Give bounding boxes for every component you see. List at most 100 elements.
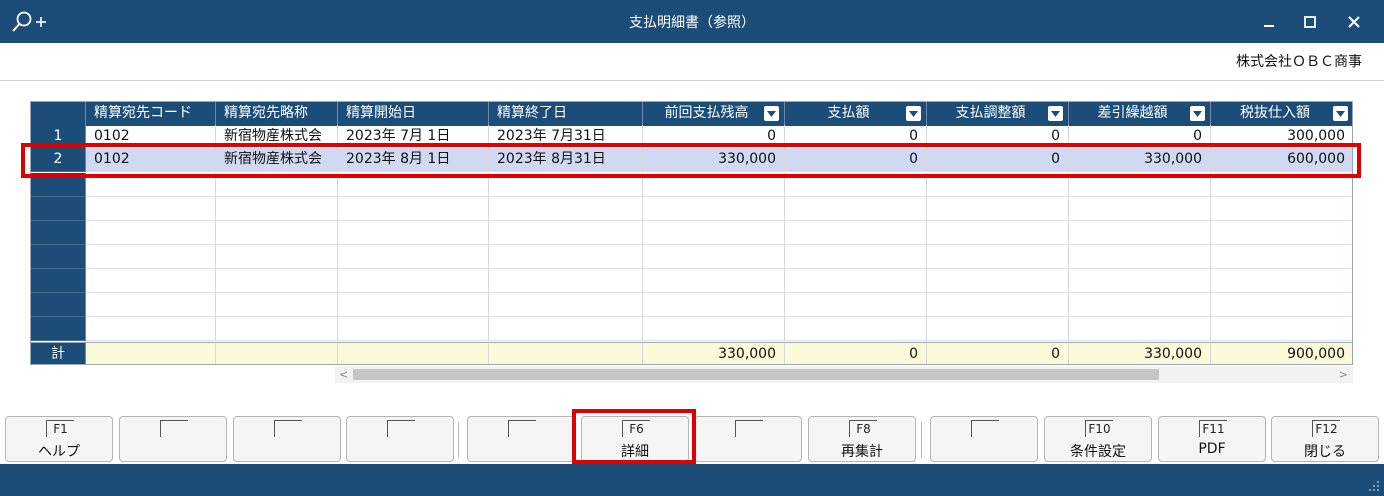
table-row[interactable] <box>31 317 1352 341</box>
cell-purchase-excl-tax[interactable] <box>1211 293 1352 317</box>
cell-end-date[interactable] <box>489 293 643 317</box>
column-header-short-name[interactable]: 精算宛先略称 <box>216 102 338 126</box>
cell-prev-balance[interactable] <box>643 197 785 221</box>
table-row[interactable] <box>31 269 1352 293</box>
cell-prev-balance[interactable] <box>643 245 785 269</box>
cell-carry-over[interactable] <box>1069 245 1211 269</box>
cell-start-date[interactable] <box>338 317 489 341</box>
cell-payment[interactable] <box>785 245 927 269</box>
cell-carry-over[interactable] <box>1069 317 1211 341</box>
table-row[interactable] <box>31 221 1352 245</box>
cell-payment[interactable] <box>785 317 927 341</box>
fkey-f8-button[interactable]: F8 再集計 <box>808 416 916 462</box>
cell-carry-over[interactable] <box>1069 221 1211 245</box>
fkey-f10-button[interactable]: F10 条件設定 <box>1044 416 1152 462</box>
cell-purchase-excl-tax[interactable] <box>1211 317 1352 341</box>
cell-payment[interactable] <box>785 269 927 293</box>
close-window-button[interactable] <box>1338 8 1370 36</box>
resize-grip-icon[interactable] <box>1368 480 1380 492</box>
column-header-start-date[interactable]: 精算開始日 <box>338 102 489 126</box>
column-header-end-date[interactable]: 精算終了日 <box>489 102 643 126</box>
fkey-empty-button-9[interactable] <box>930 416 1038 462</box>
column-header-adjustment[interactable]: 支払調整額 <box>927 102 1069 126</box>
row-number[interactable] <box>31 293 86 317</box>
cell-short-name[interactable] <box>216 269 338 293</box>
row-number[interactable] <box>31 245 86 269</box>
cell-end-date[interactable] <box>489 317 643 341</box>
cell-code[interactable] <box>86 197 216 221</box>
cell-carry-over[interactable] <box>1069 269 1211 293</box>
cell-payment[interactable] <box>785 221 927 245</box>
scroll-left-icon[interactable]: < <box>339 366 348 383</box>
column-header-code[interactable]: 精算宛先コード <box>86 102 216 126</box>
column-dropdown-icon[interactable] <box>906 106 921 121</box>
fkey-empty-button-5[interactable] <box>467 416 575 462</box>
fkey-f11-button[interactable]: F11 PDF <box>1158 416 1266 462</box>
cell-adjustment[interactable] <box>927 293 1069 317</box>
cell-prev-balance[interactable] <box>643 317 785 341</box>
fkey-f1-button[interactable]: F1 ヘルプ <box>5 416 113 462</box>
scroll-right-icon[interactable]: > <box>1339 366 1348 383</box>
table-row[interactable] <box>31 293 1352 317</box>
cell-adjustment[interactable] <box>927 317 1069 341</box>
cell-adjustment[interactable] <box>927 269 1069 293</box>
cell-purchase-excl-tax[interactable] <box>1211 197 1352 221</box>
column-header-payment[interactable]: 支払額 <box>785 102 927 126</box>
cell-prev-balance[interactable] <box>643 221 785 245</box>
fkey-empty-button-2[interactable] <box>119 416 227 462</box>
cell-start-date[interactable] <box>338 197 489 221</box>
cell-start-date[interactable] <box>338 245 489 269</box>
maximize-button[interactable] <box>1294 8 1326 36</box>
cell-prev-balance[interactable] <box>643 293 785 317</box>
cell-short-name[interactable] <box>216 317 338 341</box>
cell-carry-over[interactable] <box>1069 293 1211 317</box>
cell-code[interactable] <box>86 293 216 317</box>
fkey-empty-button-3[interactable] <box>233 416 341 462</box>
cell-start-date[interactable] <box>338 221 489 245</box>
cell-end-date[interactable] <box>489 269 643 293</box>
cell-prev-balance[interactable] <box>643 269 785 293</box>
cell-adjustment[interactable] <box>927 197 1069 221</box>
column-dropdown-icon[interactable] <box>1190 106 1205 121</box>
cell-short-name[interactable] <box>216 197 338 221</box>
table-row[interactable] <box>31 245 1352 269</box>
cell-adjustment[interactable] <box>927 221 1069 245</box>
cell-code[interactable] <box>86 221 216 245</box>
row-number[interactable] <box>31 221 86 245</box>
table-row[interactable] <box>31 197 1352 221</box>
fkey-empty-button-4[interactable] <box>346 416 454 462</box>
cell-adjustment[interactable] <box>927 245 1069 269</box>
column-dropdown-icon[interactable] <box>1333 106 1348 121</box>
cell-code[interactable] <box>86 317 216 341</box>
column-header-purchase-excl-tax[interactable]: 税抜仕入額 <box>1211 102 1352 126</box>
cell-payment[interactable] <box>785 197 927 221</box>
cell-purchase-excl-tax[interactable] <box>1211 245 1352 269</box>
cell-short-name[interactable] <box>216 293 338 317</box>
cell-purchase-excl-tax[interactable] <box>1211 269 1352 293</box>
row-number[interactable] <box>31 317 86 341</box>
minimize-button[interactable] <box>1253 8 1285 36</box>
cell-short-name[interactable] <box>216 221 338 245</box>
statement-grid: 精算宛先コード 精算宛先略称 精算開始日 精算終了日 前回支払残高 支払額 支払調整額 差引繰… <box>30 101 1353 365</box>
fkey-f12-button[interactable]: F12 閉じる <box>1271 416 1379 462</box>
cell-code[interactable] <box>86 269 216 293</box>
horizontal-scrollbar[interactable]: < > <box>335 366 1353 383</box>
cell-start-date[interactable] <box>338 269 489 293</box>
cell-code[interactable] <box>86 245 216 269</box>
row-number[interactable] <box>31 269 86 293</box>
cell-purchase-excl-tax[interactable] <box>1211 221 1352 245</box>
cell-start-date[interactable] <box>338 293 489 317</box>
cell-end-date[interactable] <box>489 245 643 269</box>
cell-end-date[interactable] <box>489 197 643 221</box>
row-number[interactable] <box>31 197 86 221</box>
cell-payment[interactable] <box>785 293 927 317</box>
column-header-prev-balance[interactable]: 前回支払残高 <box>643 102 785 126</box>
cell-carry-over[interactable] <box>1069 197 1211 221</box>
column-dropdown-icon[interactable] <box>1048 106 1063 121</box>
scrollbar-thumb[interactable] <box>353 369 1159 380</box>
column-header-carry-over[interactable]: 差引繰越額 <box>1069 102 1211 126</box>
fkey-empty-button-7[interactable] <box>694 416 802 462</box>
cell-short-name[interactable] <box>216 245 338 269</box>
cell-end-date[interactable] <box>489 221 643 245</box>
column-dropdown-icon[interactable] <box>764 106 779 121</box>
